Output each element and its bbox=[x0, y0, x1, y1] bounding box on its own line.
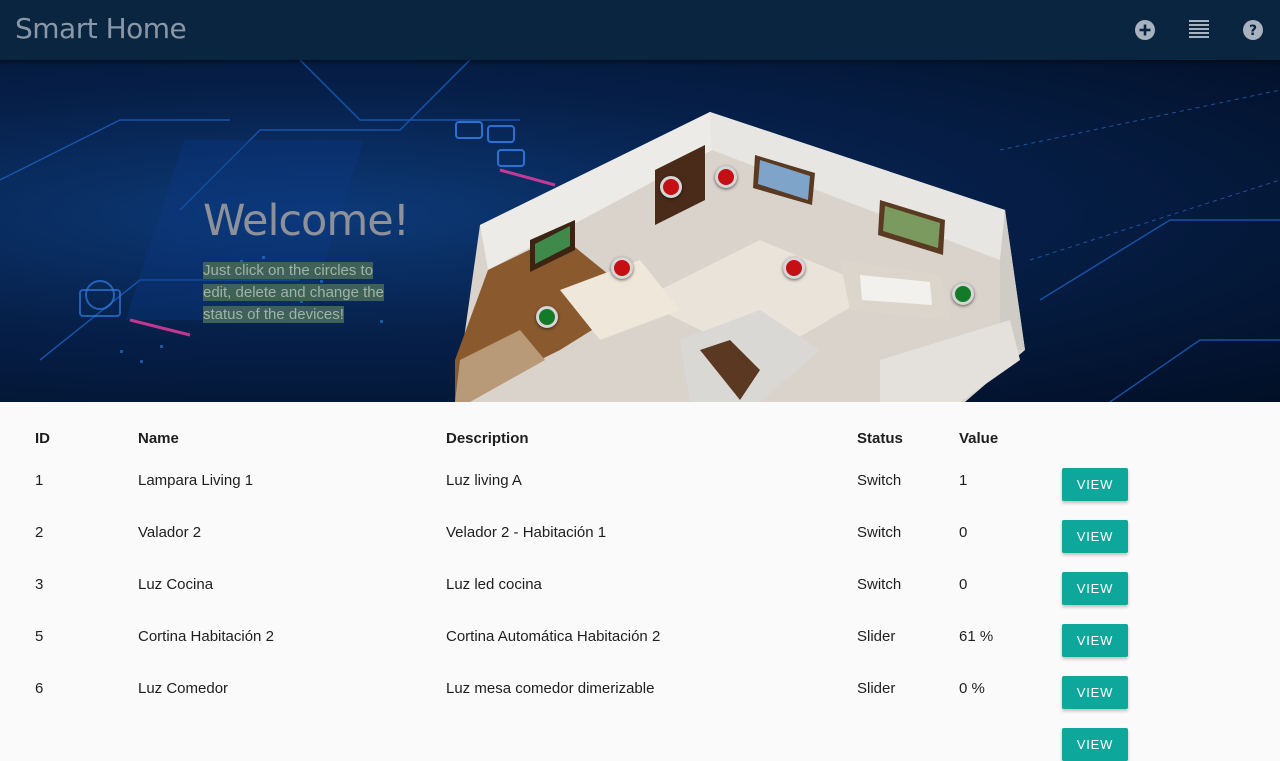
cell-name: Valador 2 bbox=[138, 524, 202, 541]
svg-text:?: ? bbox=[1249, 23, 1257, 39]
table-row: 6 Luz Comedor Luz mesa comedor dimerizab… bbox=[0, 676, 1280, 732]
device-dot-5[interactable] bbox=[536, 306, 558, 328]
cell-id: 3 bbox=[35, 576, 44, 593]
cell-id: 2 bbox=[35, 524, 44, 541]
cell-status: Slider bbox=[857, 680, 896, 697]
cell-name: Luz Comedor bbox=[138, 680, 229, 697]
cell-id: 1 bbox=[35, 472, 44, 489]
add-circle-icon[interactable] bbox=[1133, 18, 1157, 42]
view-button[interactable]: VIEW bbox=[1062, 676, 1128, 709]
cell-description: Luz led cocina bbox=[446, 576, 542, 593]
devices-table: ID Name Description Status Value 1 Lampa… bbox=[0, 402, 1280, 761]
view-button[interactable]: VIEW bbox=[1062, 468, 1128, 501]
cell-value: 0 % bbox=[959, 680, 985, 697]
welcome-heading: Welcome! bbox=[203, 196, 410, 246]
cell-value: 61 % bbox=[959, 628, 994, 645]
cell-description: Luz living A bbox=[446, 472, 522, 489]
cell-name: Cortina Habitación 2 bbox=[138, 628, 274, 645]
table-row: 3 Luz Cocina Luz led cocina Switch 0 VIE… bbox=[0, 572, 1280, 628]
header-description: Description bbox=[446, 430, 529, 447]
cell-name: Lampara Living 1 bbox=[138, 472, 254, 489]
cell-status: Switch bbox=[857, 524, 902, 541]
cell-description: Cortina Automática Habitación 2 bbox=[446, 628, 661, 645]
table-row: 5 Cortina Habitación 2 Cortina Automátic… bbox=[0, 624, 1280, 680]
cell-description: Luz mesa comedor dimerizable bbox=[446, 680, 655, 697]
cell-value: 0 bbox=[959, 576, 968, 593]
header-id: ID bbox=[35, 430, 50, 447]
header-status: Status bbox=[857, 430, 903, 447]
top-app-bar: Smart Home ? bbox=[0, 0, 1280, 60]
view-button[interactable]: VIEW bbox=[1062, 728, 1128, 761]
view-button[interactable]: VIEW bbox=[1062, 520, 1128, 553]
table-row: 1 Lampara Living 1 Luz living A Switch 1… bbox=[0, 468, 1280, 524]
welcome-instructions: Just click on the circles to edit, delet… bbox=[203, 260, 403, 326]
floor-plan-image bbox=[455, 112, 1025, 402]
help-icon[interactable]: ? bbox=[1241, 18, 1265, 42]
device-dot-4[interactable] bbox=[783, 257, 805, 279]
list-icon[interactable] bbox=[1187, 18, 1211, 42]
cell-id: 5 bbox=[35, 628, 44, 645]
view-button[interactable]: VIEW bbox=[1062, 624, 1128, 657]
view-button[interactable]: VIEW bbox=[1062, 572, 1128, 605]
cell-value: 0 bbox=[959, 524, 968, 541]
cell-status: Switch bbox=[857, 576, 902, 593]
cell-status: Slider bbox=[857, 628, 896, 645]
device-dot-2[interactable] bbox=[715, 166, 737, 188]
cell-id: 6 bbox=[35, 680, 44, 697]
device-dot-1[interactable] bbox=[660, 176, 682, 198]
header-name: Name bbox=[138, 430, 179, 447]
hero-banner: Welcome! Just click on the circles to ed… bbox=[0, 60, 1280, 402]
tech-background-image bbox=[0, 60, 1280, 402]
cell-value: 1 bbox=[959, 472, 968, 489]
cell-description: Velador 2 - Habitación 1 bbox=[446, 524, 607, 541]
cell-name: Luz Cocina bbox=[138, 576, 214, 593]
device-dot-6[interactable] bbox=[952, 283, 974, 305]
instructions-text: Just click on the circles to edit, delet… bbox=[203, 262, 384, 323]
cell-status: Switch bbox=[857, 472, 902, 489]
header-value: Value bbox=[959, 430, 999, 447]
app-title: Smart Home bbox=[15, 12, 187, 45]
table-row: 2 Valador 2 Velador 2 - Habitación 1 Swi… bbox=[0, 520, 1280, 576]
device-dot-3[interactable] bbox=[611, 257, 633, 279]
